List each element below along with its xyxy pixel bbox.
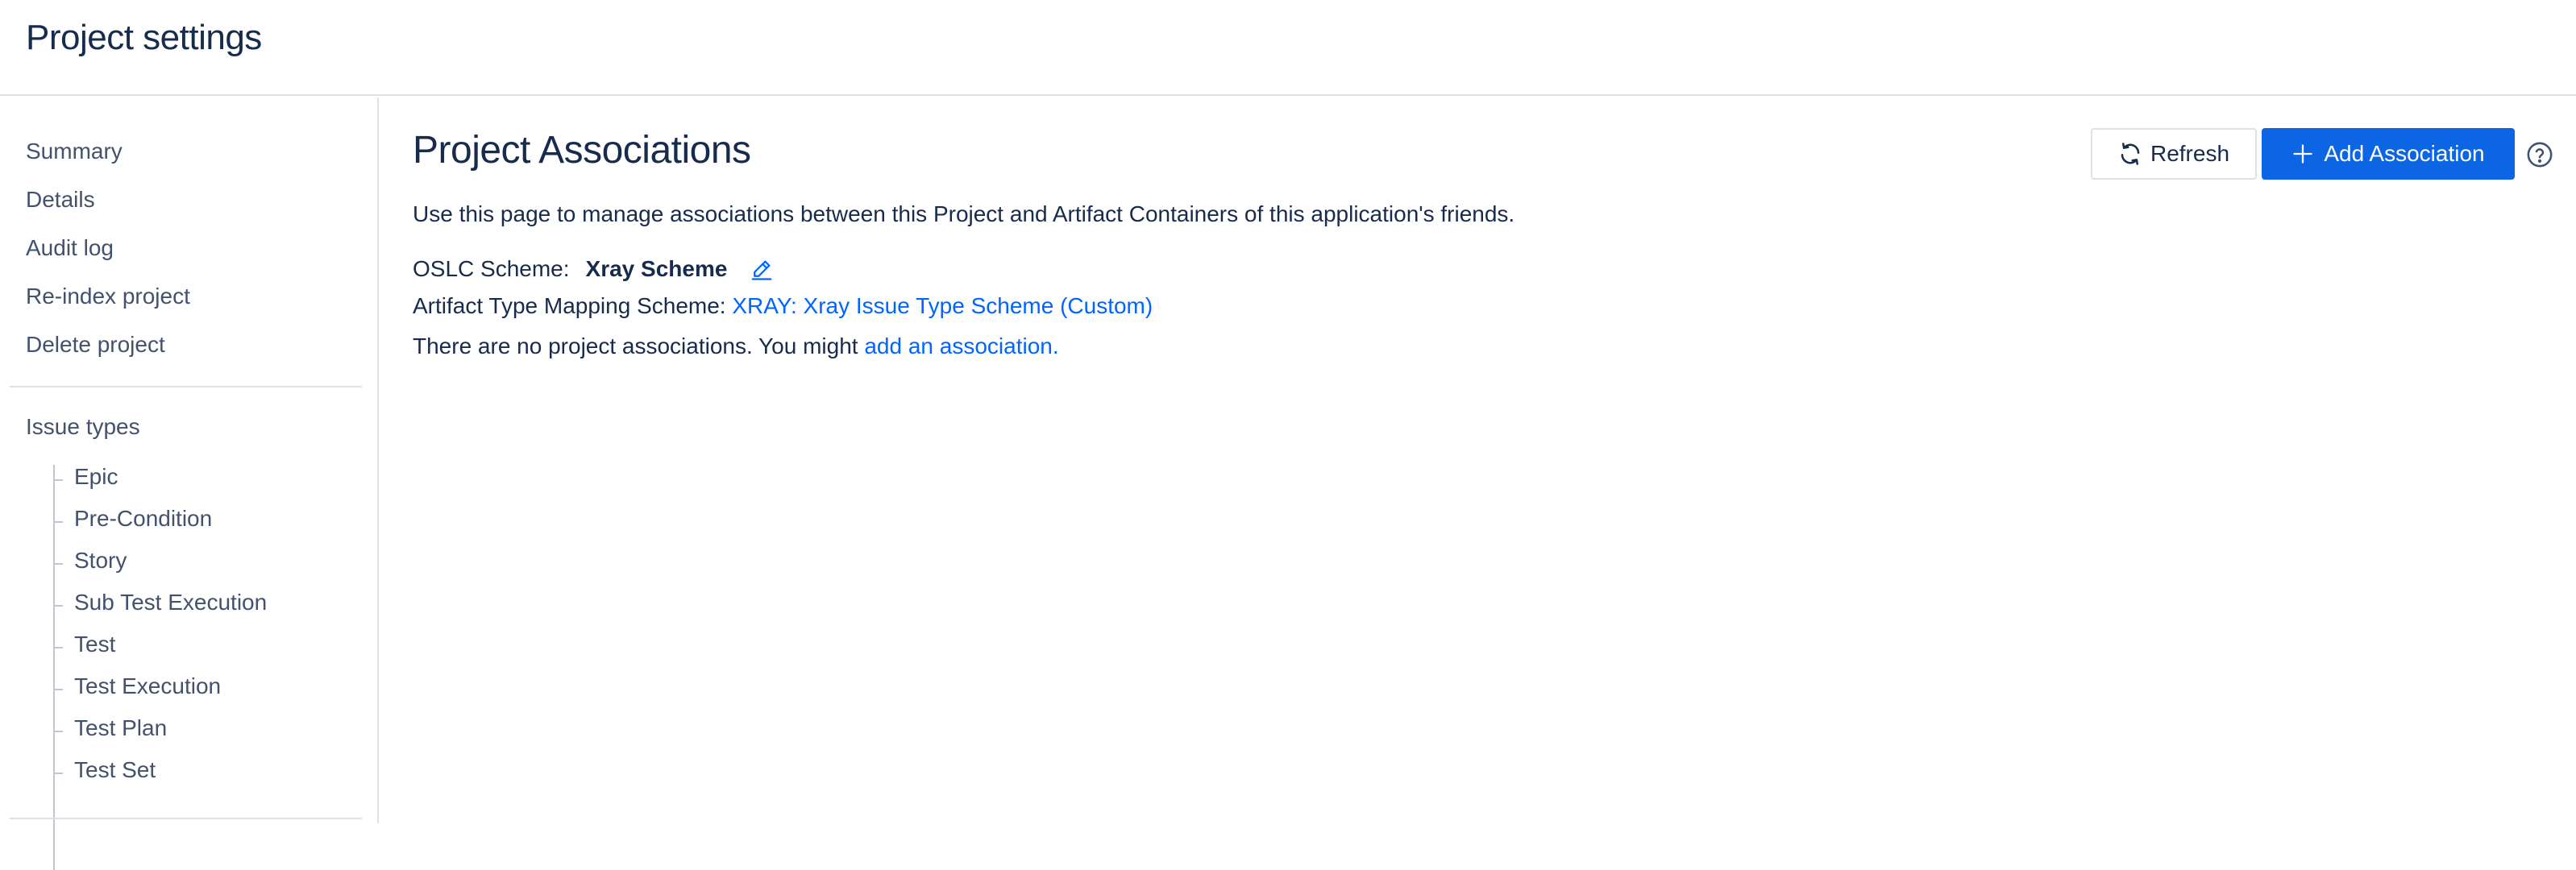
issue-type-epic[interactable]: Epic	[52, 464, 118, 490]
sidebar-divider-bottom	[10, 818, 362, 819]
section-title: Project Associations	[413, 129, 751, 172]
tree-connector-line	[53, 465, 55, 870]
mapping-scheme-link[interactable]: XRAY: Xray Issue Type Scheme (Custom)	[732, 293, 1153, 318]
add-association-link[interactable]: add an association.	[864, 334, 1058, 358]
issue-type-story[interactable]: Story	[52, 548, 127, 574]
issue-type-test-execution[interactable]: Test Execution	[52, 673, 221, 699]
empty-message-text: There are no project associations. You m…	[413, 334, 858, 358]
page-title: Project settings	[26, 18, 262, 57]
help-icon[interactable]	[2526, 141, 2553, 168]
page-header: Project settings	[0, 0, 2576, 96]
refresh-button[interactable]: Refresh	[2091, 128, 2257, 180]
oslc-scheme-row: OSLC Scheme: Xray Scheme	[413, 256, 774, 282]
sidebar-item-reindex-project[interactable]: Re-index project	[26, 284, 190, 309]
sidebar-item-summary[interactable]: Summary	[26, 139, 123, 164]
mapping-scheme-row: Artifact Type Mapping Scheme: XRAY: Xray…	[413, 293, 1153, 319]
pencil-icon[interactable]	[750, 257, 774, 281]
empty-associations-message: There are no project associations. You m…	[413, 334, 1059, 359]
refresh-button-label: Refresh	[2150, 141, 2230, 166]
sidebar-item-details[interactable]: Details	[26, 187, 95, 213]
main-content: Project Associations Refresh Add Associa…	[380, 97, 2576, 823]
sidebar-item-audit-log[interactable]: Audit log	[26, 235, 114, 261]
sidebar-item-delete-project[interactable]: Delete project	[26, 332, 165, 358]
issue-type-pre-condition[interactable]: Pre-Condition	[52, 506, 212, 532]
oslc-scheme-value: Xray Scheme	[585, 256, 728, 281]
issue-type-test[interactable]: Test	[52, 632, 115, 657]
sidebar: Summary Details Audit log Re-index proje…	[0, 97, 379, 870]
mapping-scheme-label: Artifact Type Mapping Scheme:	[413, 293, 726, 318]
refresh-icon	[2121, 143, 2140, 165]
plus-icon	[2293, 144, 2313, 164]
sidebar-divider	[10, 386, 362, 387]
issue-type-test-set[interactable]: Test Set	[52, 757, 156, 783]
page-description: Use this page to manage associations bet…	[413, 201, 1515, 226]
add-association-button[interactable]: Add Association	[2262, 128, 2515, 180]
oslc-scheme-label: OSLC Scheme:	[413, 256, 570, 281]
issue-type-test-plan[interactable]: Test Plan	[52, 715, 167, 741]
sidebar-item-issue-types[interactable]: Issue types	[26, 414, 140, 440]
add-association-button-label: Add Association	[2324, 141, 2485, 166]
issue-type-sub-test-execution[interactable]: Sub Test Execution	[52, 590, 267, 615]
